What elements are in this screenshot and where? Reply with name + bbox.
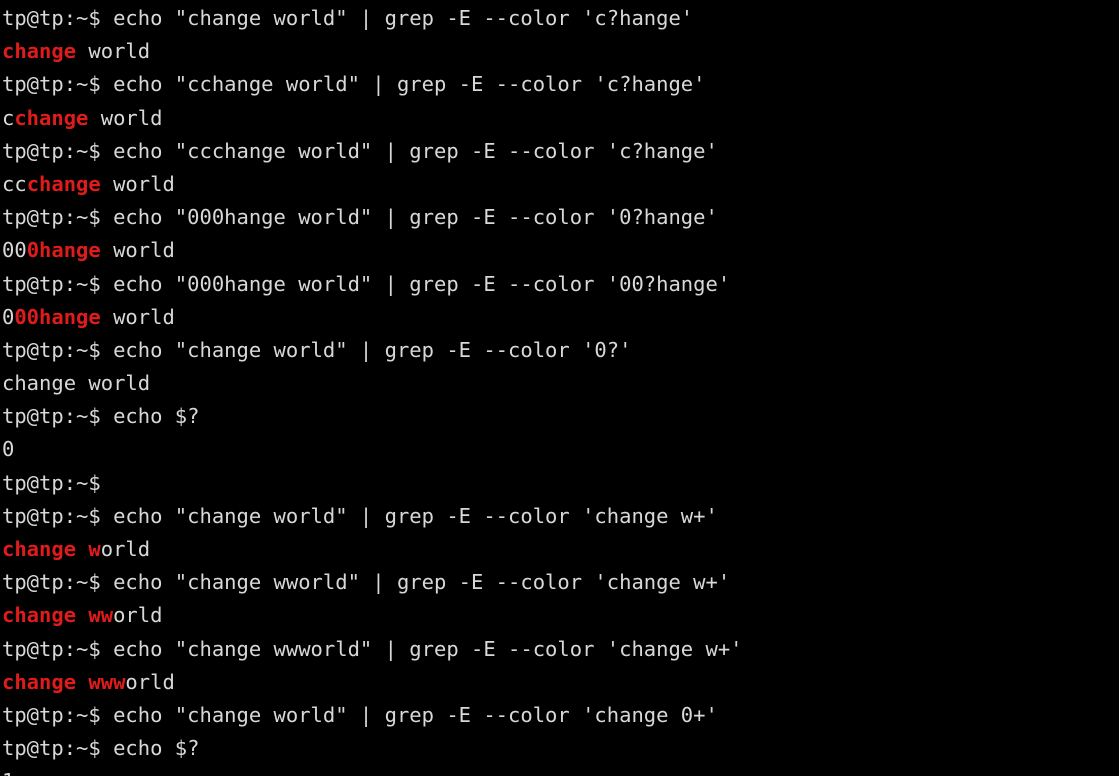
terminal-text: 00: [2, 238, 27, 263]
terminal-output-line: change world: [2, 367, 1119, 400]
terminal-text: tp@tp:~$ echo "change world" | grep -E -…: [2, 702, 718, 727]
grep-match-highlight: change ww: [2, 603, 114, 628]
terminal-text: tp@tp:~$ echo "change world" | grep -E -…: [2, 6, 694, 30]
terminal-text: tp@tp:~$ echo "000hange world" | grep -E…: [2, 271, 731, 296]
terminal-command-line: tp@tp:~$ echo "change world" | grep -E -…: [2, 334, 1119, 367]
terminal-text: tp@tp:~$ echo "change wwworld" | grep -E…: [2, 636, 743, 661]
terminal-text: change world: [2, 371, 151, 396]
terminal-text: orld: [125, 669, 175, 694]
terminal-command-line: tp@tp:~$ echo "change world" | grep -E -…: [2, 500, 1119, 533]
terminal-output-line: change wworld: [2, 599, 1119, 632]
grep-match-highlight: change www: [2, 669, 126, 694]
terminal-text: cc: [2, 171, 27, 196]
grep-match-highlight: 0hange: [26, 238, 101, 263]
terminal-command-line: tp@tp:~$ echo "ccchange world" | grep -E…: [2, 135, 1119, 168]
terminal-output-line: ccchange world: [2, 168, 1119, 201]
terminal-text: tp@tp:~$ echo $?: [2, 736, 200, 761]
terminal-text: orld: [100, 537, 151, 561]
terminal-text: tp@tp:~$ echo "000hange world" | grep -E…: [2, 205, 718, 230]
terminal-output-line: 000hange world: [2, 301, 1119, 334]
terminal-text: tp@tp:~$ echo $?: [2, 404, 200, 429]
terminal-text: world: [100, 171, 175, 196]
terminal-output-line: 1: [2, 765, 1119, 776]
terminal-command-line: tp@tp:~$ echo "000hange world" | grep -E…: [2, 201, 1119, 234]
terminal-text: tp@tp:~$ echo "change wworld" | grep -E …: [2, 570, 731, 595]
terminal-text: tp@tp:~$ echo "change world" | grep -E -…: [2, 503, 718, 528]
terminal-command-line: tp@tp:~$ echo "cchange world" | grep -E …: [2, 68, 1119, 101]
terminal-text: 0: [2, 437, 15, 462]
terminal-command-line: tp@tp:~$ echo "change world" | grep -E -…: [2, 2, 1119, 35]
terminal-text: tp@tp:~$: [2, 470, 101, 495]
terminal-text: 0: [2, 304, 15, 329]
terminal-output-line: 000hange world: [2, 234, 1119, 267]
grep-match-highlight: change: [14, 105, 89, 130]
terminal-command-line: tp@tp:~$ echo $?: [2, 400, 1119, 433]
grep-match-highlight: change: [26, 171, 101, 196]
terminal-text: orld: [113, 603, 163, 628]
terminal-command-line: tp@tp:~$: [2, 467, 1119, 500]
terminal-command-line: tp@tp:~$ echo "change wworld" | grep -E …: [2, 566, 1119, 599]
terminal-text: c: [2, 105, 15, 130]
terminal-command-line: tp@tp:~$ echo "change wwworld" | grep -E…: [2, 633, 1119, 666]
terminal-text: 1: [2, 769, 14, 776]
terminal-text: world: [100, 304, 175, 329]
terminal-text: world: [76, 39, 151, 64]
terminal-command-line: tp@tp:~$ echo "000hange world" | grep -E…: [2, 268, 1119, 301]
terminal-text: tp@tp:~$ echo "change world" | grep -E -…: [2, 337, 632, 362]
terminal-output-line: change wwworld: [2, 666, 1119, 699]
terminal-text: world: [88, 105, 163, 130]
terminal-output-line: change world: [2, 533, 1119, 566]
terminal-output-line: cchange world: [2, 102, 1119, 135]
terminal-text: world: [100, 238, 175, 263]
terminal-output-line: change world: [2, 35, 1119, 68]
terminal-text: tp@tp:~$ echo "ccchange world" | grep -E…: [2, 138, 718, 163]
terminal-command-line: tp@tp:~$ echo "change world" | grep -E -…: [2, 699, 1119, 732]
grep-match-highlight: change: [2, 39, 77, 64]
terminal-command-line: tp@tp:~$ echo $?: [2, 732, 1119, 765]
terminal-output-line: 0: [2, 433, 1119, 466]
grep-match-highlight: 00hange: [14, 304, 101, 329]
terminal-screen[interactable]: tp@tp:~$ echo "change world" | grep -E -…: [0, 0, 1119, 776]
terminal-text: tp@tp:~$ echo "cchange world" | grep -E …: [2, 72, 706, 97]
grep-match-highlight: change w: [2, 537, 101, 561]
